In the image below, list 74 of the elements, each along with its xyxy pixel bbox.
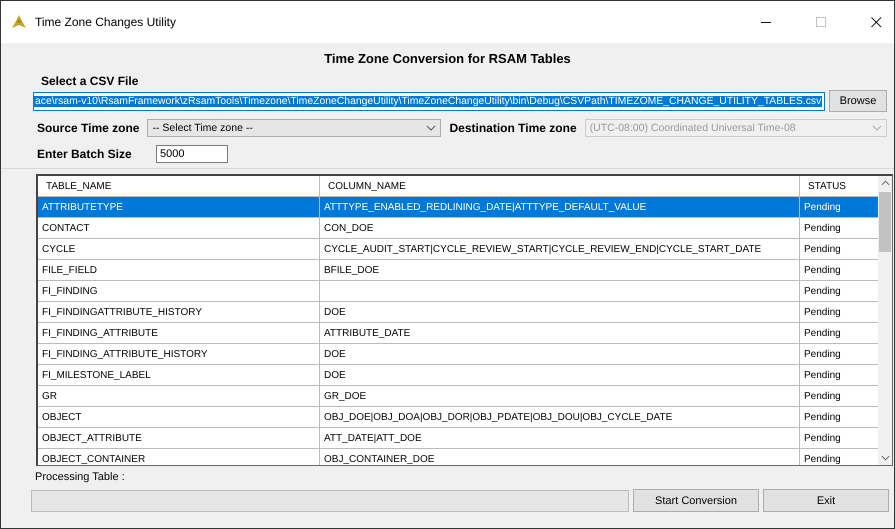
table-row[interactable]: FI_MILESTONE_LABEL DOE Pending	[38, 365, 878, 386]
table-cell: BFILE_DOE	[320, 260, 800, 280]
status-label: Processing Table :	[35, 471, 126, 483]
table-cell: ATTTYPE_ENABLED_REDLINING_DATE|ATTTYPE_DEFAULT_VALUE	[320, 197, 800, 217]
table-cell: GR	[38, 386, 320, 406]
table-row[interactable]: FI_FINDING_ATTRIBUTE ATTRIBUTE_DATE Pending	[38, 323, 878, 344]
browse-button[interactable]: Browse	[829, 90, 887, 112]
window-title: Time Zone Changes Utility	[35, 15, 176, 29]
source-timezone-dropdown[interactable]: -- Select Time zone --	[147, 119, 442, 137]
table-cell: FI_FINDINGATTRIBUTE_HISTORY	[38, 302, 320, 322]
table-row[interactable]: GR GR_DOE Pending	[38, 386, 878, 407]
table-cell: OBJECT	[38, 407, 320, 427]
app-icon	[11, 14, 27, 30]
file-path-field[interactable]: ace\rsam-v10\RsamFramework\zRsamTools\Timezone\TimeZoneChangeUtility\TimeZoneChangeUtility\bin\Debug\CSVPath\TIMEZOME_CHANGE_UTILITY_TABLES.csv	[33, 92, 825, 110]
column-header[interactable]: TABLE_NAME	[38, 176, 320, 196]
table-row[interactable]: OBJECT_ATTRIBUTE ATT_DATE|ATT_DOE Pending	[38, 428, 878, 449]
table-cell: ATT_DATE|ATT_DOE	[320, 428, 800, 448]
table-cell-text: Pending	[803, 368, 842, 382]
scroll-thumb[interactable]	[879, 192, 891, 252]
table-cell-text: Pending	[803, 432, 842, 446]
table-cell: FI_FINDING_ATTRIBUTE	[38, 323, 320, 343]
table-cell: DOE	[320, 365, 800, 385]
table-cell: CON_DOE	[320, 218, 800, 238]
vertical-scrollbar[interactable]	[878, 176, 892, 465]
table-cell-text: Pending	[803, 326, 842, 340]
table-cell-text: Pending	[803, 390, 842, 404]
table-cell: CYCLE	[38, 239, 320, 259]
table-cell: DOE	[320, 344, 800, 364]
table-cell: CYCLE_AUDIT_START|CYCLE_REVIEW_START|CYCLE_REVIEW_END|CYCLE_START_DATE	[320, 239, 800, 259]
table-cell-text: Pending	[803, 222, 842, 236]
table-row[interactable]: ATTRIBUTETYPE ATTTYPE_ENABLED_REDLINING_DATE|ATTTYPE_DEFAULT_VALUE Pending	[38, 197, 878, 218]
table-row[interactable]: FILE_FIELD BFILE_DOE Pending	[38, 260, 878, 281]
table-cell-text: Pending	[803, 200, 842, 214]
table-row[interactable]: CONTACT CON_DOE Pending	[38, 218, 878, 239]
start-conversion-button[interactable]: Start Conversion	[633, 489, 759, 512]
table-cell: FI_FINDING	[38, 281, 320, 301]
table-cell: CONTACT	[38, 218, 320, 238]
exit-button[interactable]: Exit	[763, 489, 889, 512]
field-label: Select a CSV File	[41, 74, 140, 88]
table-cell: OBJECT_CONTAINER	[38, 449, 320, 465]
table-row[interactable]: FI_FINDING Pending	[38, 281, 878, 302]
table-cell: OBJ_DOE|OBJ_DOA|OBJ_DOR|OBJ_PDATE|OBJ_DOU|OBJ_CYCLE_DATE	[320, 407, 800, 427]
table-cell: OBJECT_ATTRIBUTE	[38, 428, 320, 448]
field-label: Source Time zone	[37, 121, 140, 135]
table-cell-text: Pending	[803, 306, 842, 320]
caret-icon	[872, 125, 882, 131]
table-cell-text: Pending	[803, 452, 842, 465]
table-cell: ATTRIBUTE_DATE	[320, 323, 800, 343]
table-cell: FILE_FIELD	[38, 260, 320, 280]
field-label: Destination Time zone	[449, 121, 577, 135]
table-row[interactable]: FI_FINDINGATTRIBUTE_HISTORY DOE Pending	[38, 302, 878, 323]
table-cell-text: Pending	[803, 348, 842, 362]
table-cell: GR_DOE	[320, 386, 800, 406]
scroll-down-icon[interactable]	[880, 455, 890, 461]
table-cell: DOE	[320, 302, 800, 322]
column-header[interactable]: COLUMN_NAME	[320, 176, 800, 196]
batch-size-field[interactable]: 5000	[156, 145, 228, 163]
table-cell-text: Pending	[803, 242, 842, 256]
table-cell-text: Pending	[803, 284, 842, 298]
close-icon[interactable]	[871, 16, 882, 28]
table-cell-text: Pending	[803, 410, 842, 424]
table-cell: ATTRIBUTETYPE	[38, 197, 320, 217]
scroll-up-icon[interactable]	[880, 180, 890, 186]
table-row[interactable]: OBJECT OBJ_DOE|OBJ_DOA|OBJ_DOR|OBJ_PDATE|OBJ_DOU|OBJ_CYCLE_DATE Pending	[38, 407, 878, 428]
table-cell-text: Pending	[803, 264, 842, 278]
table-cell: FI_MILESTONE_LABEL	[38, 365, 320, 385]
table-cell: FI_FINDING_ATTRIBUTE_HISTORY	[38, 344, 320, 364]
table-row[interactable]: FI_FINDING_ATTRIBUTE_HISTORY DOE Pending	[38, 344, 878, 365]
column-header[interactable]: STATUS	[800, 176, 878, 196]
field-label: Enter Batch Size	[37, 147, 133, 161]
table-cell: OBJ_CONTAINER_DOE	[320, 449, 800, 465]
table-row[interactable]: CYCLE CYCLE_AUDIT_START|CYCLE_REVIEW_START|CYCLE_REVIEW_END|CYCLE_START_DATE Pending	[38, 239, 878, 260]
caret-icon	[426, 125, 436, 131]
heading: Time Zone Conversion for RSAM Tables	[323, 51, 572, 66]
